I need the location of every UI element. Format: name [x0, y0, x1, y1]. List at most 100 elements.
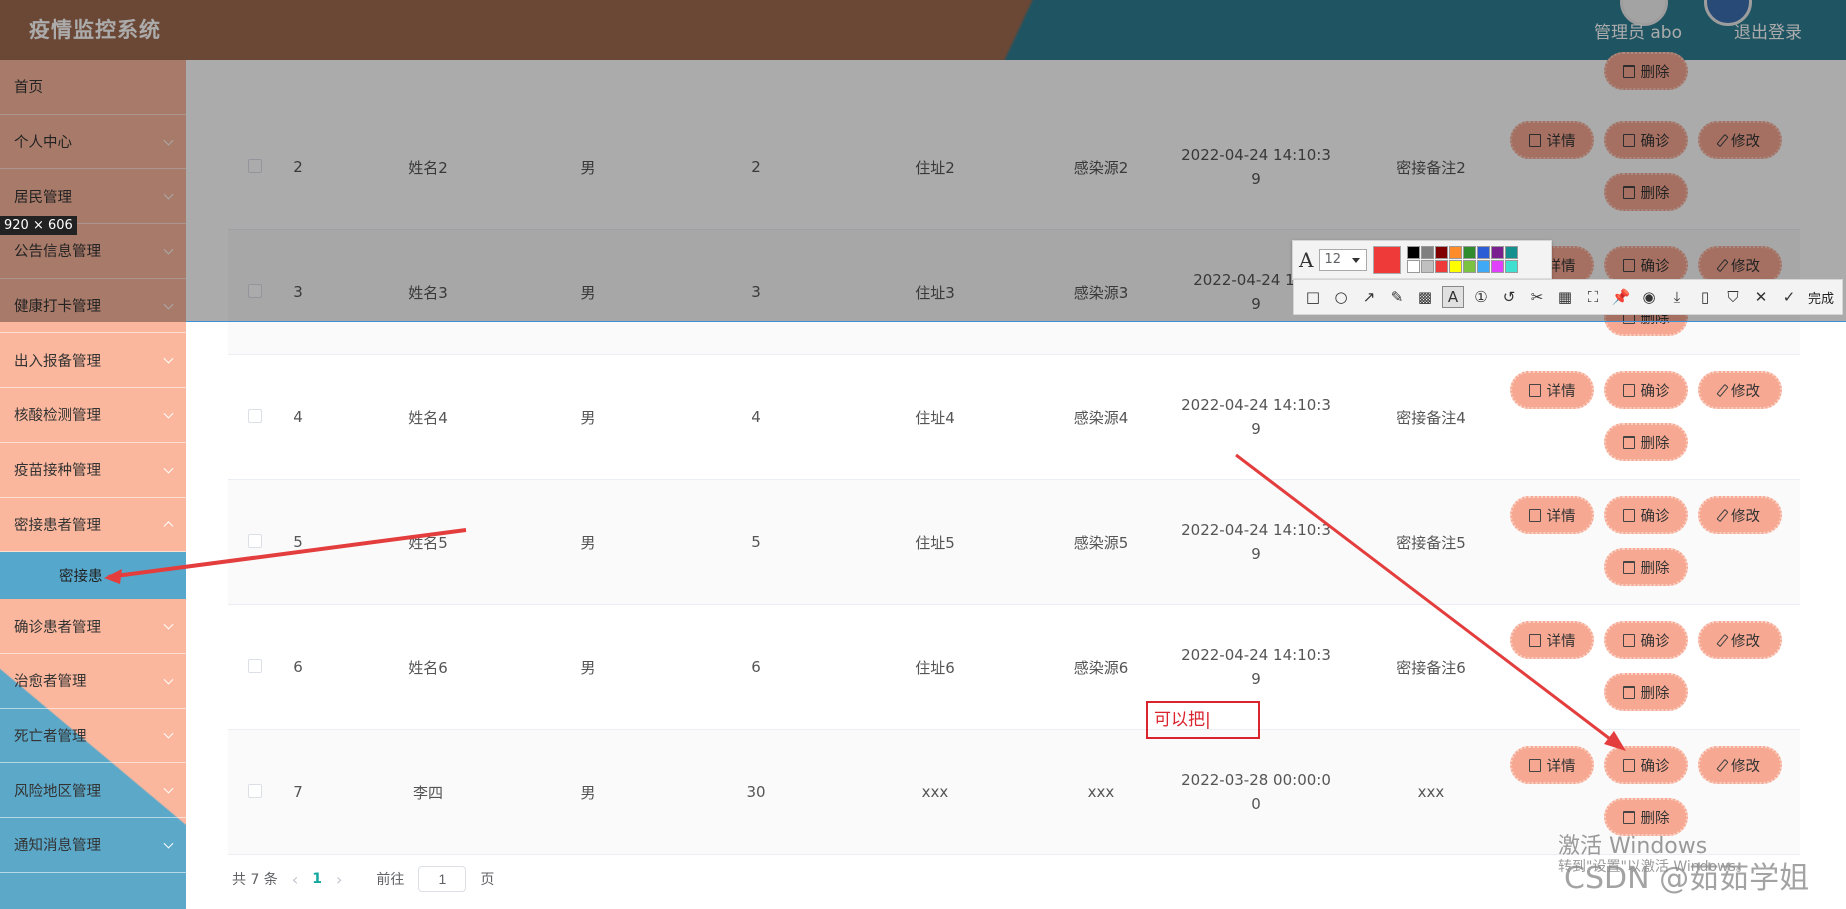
edit-button[interactable]: 修改	[1698, 371, 1782, 409]
palette-color-swatch[interactable]	[1435, 260, 1449, 273]
arrow-icon[interactable]: ↗	[1358, 286, 1380, 308]
diagnose-button[interactable]: 确诊	[1604, 746, 1688, 784]
palette-color-swatch[interactable]	[1491, 246, 1505, 259]
edit-button[interactable]: 修改	[1698, 621, 1782, 659]
row-checkbox[interactable]	[248, 784, 262, 798]
bookmark-icon[interactable]: ⛉	[1722, 286, 1744, 308]
edit-label: 修改	[1731, 758, 1760, 775]
sidebar-item-notifications[interactable]: 通知消息管理	[0, 818, 186, 873]
cell-infection-source: 感染源2	[1073, 158, 1129, 177]
detail-button[interactable]: 详情	[1510, 121, 1594, 159]
record-icon[interactable]: ◉	[1638, 286, 1660, 308]
delete-button[interactable]: 删除	[1604, 173, 1688, 211]
row-checkbox[interactable]	[248, 159, 262, 173]
current-page[interactable]: 1	[312, 871, 322, 887]
diagnose-button[interactable]: 确诊	[1604, 121, 1688, 159]
sidebar-item-entry-report[interactable]: 出入报备管理	[0, 333, 186, 389]
pencil-icon[interactable]: ✎	[1386, 286, 1408, 308]
edit-button[interactable]: 修改	[1698, 121, 1782, 159]
delete-label: 删除	[1640, 810, 1670, 827]
palette-color-swatch[interactable]	[1421, 246, 1435, 259]
detail-button[interactable]: 详情	[1510, 496, 1594, 534]
cell-sex: 男	[580, 658, 596, 677]
font-size-select[interactable]: 12	[1319, 248, 1368, 271]
rectangle-icon[interactable]: □	[1302, 286, 1324, 308]
scan-icon[interactable]: ⛶	[1582, 286, 1604, 308]
palette-color-swatch[interactable]	[1477, 246, 1491, 259]
check-icon[interactable]: ✓	[1778, 286, 1800, 308]
number-marker-icon[interactable]: ①	[1470, 286, 1492, 308]
palette-color-swatch[interactable]	[1463, 260, 1477, 273]
palette-color-swatch[interactable]	[1505, 260, 1519, 273]
ocr-icon[interactable]: ▦	[1554, 286, 1576, 308]
sidebar-item-nucleic-test[interactable]: 核酸检测管理	[0, 388, 186, 443]
edit-button[interactable]: 修改	[1698, 496, 1782, 534]
cell-time: 2022-04-24 14:10:3 9	[1166, 355, 1346, 479]
delete-button[interactable]: 删除	[1604, 548, 1688, 586]
diagnose-button[interactable]: 确诊	[1604, 371, 1688, 409]
sidebar-item-home[interactable]: 首页	[0, 60, 186, 115]
detail-button[interactable]: 详情	[1510, 746, 1594, 784]
palette-color-swatch[interactable]	[1477, 260, 1491, 273]
diagnose-button[interactable]: 确诊	[1604, 621, 1688, 659]
sidebar-item-health-checkin[interactable]: 健康打卡管理	[0, 279, 186, 334]
delete-button[interactable]: 删除	[1604, 423, 1688, 461]
mosaic-icon[interactable]: ▩	[1414, 286, 1436, 308]
palette-color-swatch[interactable]	[1421, 260, 1435, 273]
trash-icon	[1622, 185, 1635, 199]
current-color-swatch[interactable]	[1373, 245, 1402, 274]
close-icon[interactable]: ✕	[1750, 286, 1772, 308]
sidebar-item-label: 出入报备管理	[14, 353, 101, 370]
sidebar: 首页 个人中心 居民管理 公告信息管理 健康打卡管理 出入报备管理 核酸检测管理…	[0, 60, 186, 909]
diagnose-button[interactable]: 确诊	[1604, 496, 1688, 534]
sidebar-item-profile[interactable]: 个人中心	[0, 115, 186, 170]
sidebar-item-close-contacts[interactable]: 密接患者管理	[0, 498, 186, 553]
sidebar-item-deaths[interactable]: 死亡者管理	[0, 709, 186, 764]
phone-icon[interactable]: ▯	[1694, 286, 1716, 308]
text-tool-icon[interactable]: A	[1442, 286, 1464, 308]
sidebar-item-risk-areas[interactable]: 风险地区管理	[0, 763, 186, 818]
palette-color-swatch[interactable]	[1407, 246, 1421, 259]
sidebar-item-confirmed[interactable]: 确诊患者管理	[0, 599, 186, 654]
edit-button[interactable]: 修改	[1698, 746, 1782, 784]
cell-name: 姓名5	[408, 533, 448, 552]
logout-button[interactable]: 退出登录	[1734, 18, 1802, 43]
delete-label: 删除	[1640, 435, 1670, 452]
row-checkbox[interactable]	[248, 659, 262, 673]
submenu-close-contacts[interactable]: 密接患	[0, 552, 186, 600]
goto-page-input[interactable]	[418, 866, 467, 892]
palette-color-swatch[interactable]	[1491, 260, 1505, 273]
palette-color-swatch[interactable]	[1505, 246, 1519, 259]
diagnose-label: 确诊	[1640, 133, 1670, 150]
palette-color-swatch[interactable]	[1463, 246, 1477, 259]
row-checkbox[interactable]	[248, 409, 262, 423]
cell-address: 住址5	[915, 533, 955, 552]
document-icon	[1528, 508, 1541, 522]
download-icon[interactable]: ⤓	[1666, 286, 1688, 308]
cell-note: 密接备注4	[1396, 408, 1466, 427]
sidebar-item-cured[interactable]: 治愈者管理	[0, 654, 186, 709]
row-checkbox[interactable]	[248, 534, 262, 548]
detail-button[interactable]: 详情	[1510, 371, 1594, 409]
prev-page-icon[interactable]: ‹	[292, 870, 298, 889]
undo-icon[interactable]: ↺	[1498, 286, 1520, 308]
pin-icon[interactable]: 📌	[1610, 286, 1632, 308]
scissors-icon[interactable]: ✂	[1526, 286, 1548, 308]
cell-note: 密接备注6	[1396, 658, 1466, 677]
done-button[interactable]: 完成	[1808, 288, 1834, 307]
delete-label: 删除	[1640, 64, 1670, 81]
palette-color-swatch[interactable]	[1449, 246, 1463, 259]
sidebar-item-vaccination[interactable]: 疫苗接种管理	[0, 443, 186, 498]
next-page-icon[interactable]: ›	[336, 870, 342, 889]
cell-time-line2: 9	[1251, 545, 1261, 563]
row-checkbox[interactable]	[248, 284, 262, 298]
palette-color-swatch[interactable]	[1449, 260, 1463, 273]
delete-button[interactable]: 删除	[1604, 52, 1688, 90]
palette-color-swatch[interactable]	[1407, 260, 1421, 273]
annotation-text-box[interactable]: 可以把|	[1146, 701, 1260, 739]
document-icon	[1528, 758, 1541, 772]
palette-color-swatch[interactable]	[1435, 246, 1449, 259]
ellipse-icon[interactable]: ○	[1330, 286, 1352, 308]
detail-button[interactable]: 详情	[1510, 621, 1594, 659]
delete-button[interactable]: 删除	[1604, 673, 1688, 711]
